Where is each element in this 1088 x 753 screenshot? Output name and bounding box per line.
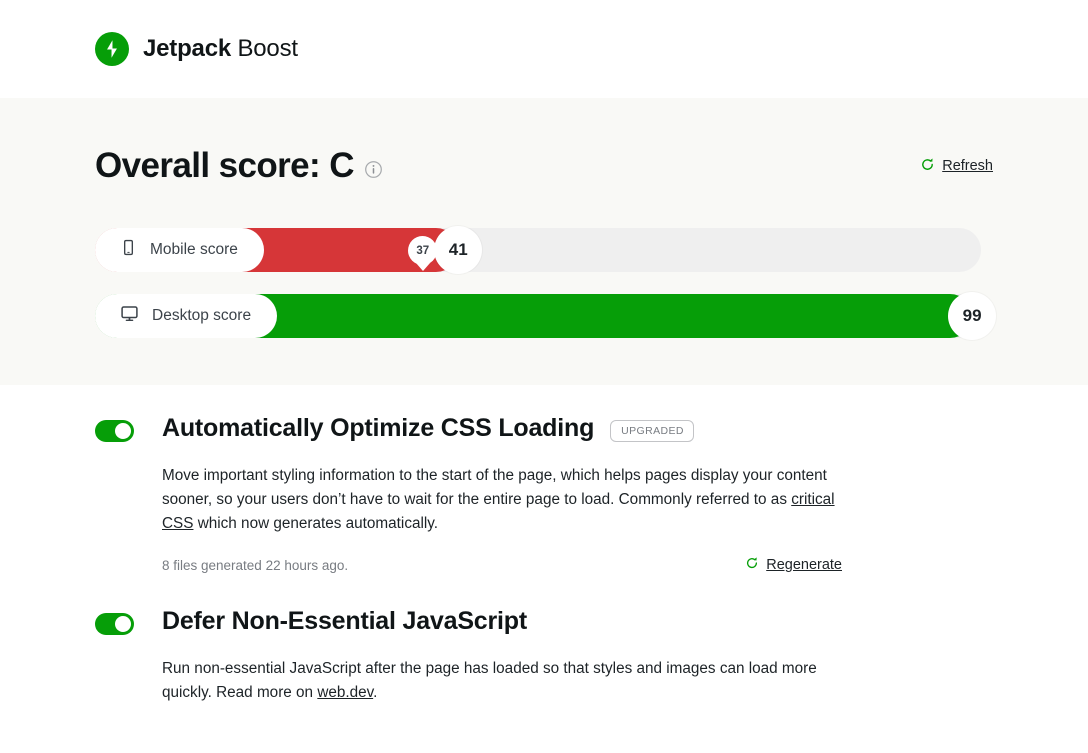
features-list: Automatically Optimize CSS Loading UPGRA… [0, 414, 1088, 705]
app-header: Jetpack Boost [0, 0, 1088, 98]
score-value-mobile: 41 [434, 226, 483, 274]
refresh-icon [920, 157, 935, 176]
regenerate-label: Regenerate [766, 557, 842, 573]
feature-critical-css: Automatically Optimize CSS Loading UPGRA… [95, 414, 993, 574]
feature-footer-critical-css: 8 files generated 22 hours ago. Regenera… [162, 556, 842, 574]
feature-description-critical-css: Move important styling information to th… [162, 464, 842, 536]
status-badge-upgraded: UPGRADED [610, 419, 694, 442]
desc-text-a: Run non-essential JavaScript after the p… [162, 660, 817, 701]
score-label-desktop-text: Desktop score [152, 307, 252, 324]
score-label-mobile: Mobile score [95, 228, 264, 272]
regenerate-button[interactable]: Regenerate [745, 556, 842, 574]
page-title: Overall score: C [95, 146, 383, 186]
page-title-text: Overall score: C [95, 146, 354, 185]
toggle-critical-css[interactable] [95, 420, 134, 442]
toggle-defer-js[interactable] [95, 613, 134, 635]
feature-title-row: Defer Non-Essential JavaScript [162, 607, 993, 636]
feature-defer-js: Defer Non-Essential JavaScript Run non-e… [95, 607, 993, 705]
desc-text-b: which now generates automatically. [193, 515, 439, 532]
feature-description-defer-js: Run non-essential JavaScript after the p… [162, 657, 842, 705]
feature-body: Defer Non-Essential JavaScript Run non-e… [162, 607, 993, 705]
score-label-desktop: Desktop score [95, 294, 278, 338]
score-label-mobile-text: Mobile score [150, 241, 238, 258]
brand-title-light: Boost [237, 35, 298, 62]
score-value-desktop: 99 [948, 292, 997, 340]
generated-files-note: 8 files generated 22 hours ago. [162, 557, 349, 573]
toggle-knob [115, 423, 131, 439]
feature-title-critical-css: Automatically Optimize CSS Loading [162, 414, 595, 442]
mobile-phone-icon [120, 239, 137, 261]
score-bar-mobile: Mobile score 37 41 [95, 226, 993, 274]
feature-title-defer-js: Defer Non-Essential JavaScript [162, 607, 527, 635]
desc-text-b: . [373, 684, 378, 701]
brand-title: Jetpack Boost [143, 35, 298, 63]
refresh-button[interactable]: Refresh [920, 157, 993, 176]
info-icon[interactable] [364, 160, 383, 179]
score-bar-desktop: Desktop score 99 [95, 292, 997, 340]
score-header: Overall score: C Refresh [95, 98, 993, 186]
desktop-monitor-icon [120, 304, 139, 328]
refresh-icon [745, 556, 759, 574]
desc-text-a: Move important styling information to th… [162, 467, 827, 508]
toggle-knob [115, 616, 131, 632]
webdev-link[interactable]: web.dev [317, 684, 373, 701]
feature-toggle-col [95, 607, 162, 705]
brand: Jetpack Boost [95, 32, 298, 66]
jetpack-bolt-icon [95, 32, 129, 66]
feature-toggle-col [95, 414, 162, 574]
refresh-label: Refresh [942, 158, 993, 174]
feature-body: Automatically Optimize CSS Loading UPGRA… [162, 414, 993, 574]
feature-title-row: Automatically Optimize CSS Loading UPGRA… [162, 414, 993, 443]
overall-score-panel: Overall score: C Refresh Mobile score 37… [0, 98, 1088, 385]
score-bars: Mobile score 37 41 Desktop score 99 [95, 226, 997, 340]
brand-title-bold: Jetpack [143, 35, 231, 62]
